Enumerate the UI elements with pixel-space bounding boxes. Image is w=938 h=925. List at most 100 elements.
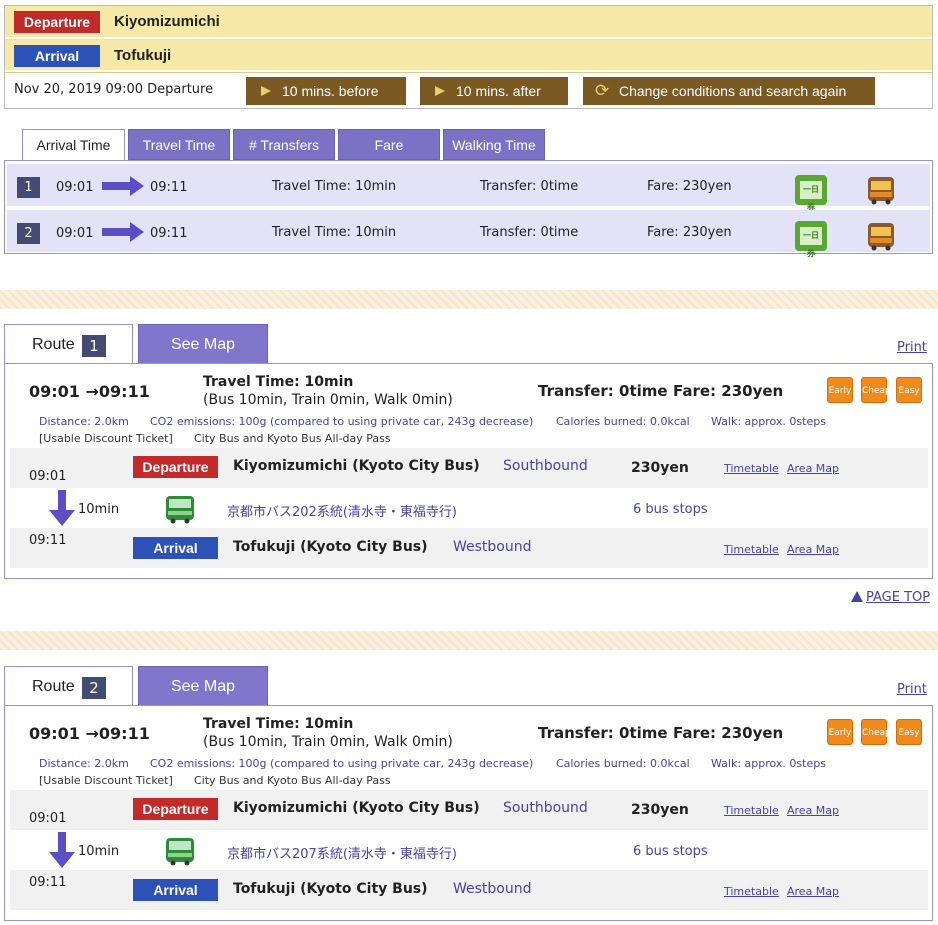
- search-summary: Departure Kiyomizumichi Arrival Tofukuji…: [4, 5, 933, 109]
- route-number: 2: [82, 677, 106, 699]
- bus-line-name: 京都市バス207系統(清水寺・東福寺行): [227, 847, 457, 862]
- timetable-link[interactable]: Timetable: [724, 885, 779, 898]
- area-map-link[interactable]: Area Map: [787, 462, 839, 475]
- area-map-link[interactable]: Area Map: [787, 543, 839, 556]
- bus-icon: [868, 223, 894, 251]
- see-map-tab[interactable]: See Map: [138, 666, 268, 706]
- easy-badge: Easy: [896, 377, 922, 403]
- arrival-chip: Arrival: [133, 537, 218, 559]
- right-arrow-icon: [102, 176, 144, 196]
- departure-direction: Southbound: [503, 800, 588, 816]
- play-icon: [435, 86, 445, 96]
- refresh-icon: ⟳: [595, 81, 610, 100]
- tab-fare[interactable]: Fare: [338, 129, 440, 160]
- print-link[interactable]: Print: [897, 682, 927, 697]
- cheap-badge: Cheap: [861, 719, 891, 745]
- result-dep-time: 09:01: [56, 226, 94, 241]
- segment-fare: 230yen: [631, 802, 689, 818]
- bus-stop-count: 6 bus stops: [633, 502, 708, 517]
- departure-stop: Kiyomizumichi (Kyoto City Bus): [233, 800, 480, 816]
- route-travel-time: Travel Time: 10min: [203, 374, 354, 390]
- result-row[interactable]: 2 09:01 09:11 Travel Time: 10min Transfe…: [7, 210, 930, 258]
- route-travel-time: Travel Time: 10min: [203, 716, 354, 732]
- area-map-link[interactable]: Area Map: [787, 885, 839, 898]
- route-tab-label: Route: [32, 336, 75, 353]
- button-label: 10 mins. before: [282, 83, 379, 99]
- day-pass-icon-text: 一日券: [800, 227, 822, 258]
- result-travel-time: Travel Time: 10min: [272, 179, 397, 194]
- route-number: 1: [82, 335, 106, 357]
- route-co2: CO2 emissions: 100g (compared to using p…: [150, 757, 534, 770]
- route-tab-label: Route: [32, 678, 75, 695]
- tab-walking-time[interactable]: Walking Time: [443, 129, 545, 160]
- arrival-direction: Westbound: [453, 539, 532, 555]
- page-top-label: PAGE TOP: [866, 590, 931, 605]
- discount-ticket-name: City Bus and Kyoto Bus All-day Pass: [194, 432, 391, 445]
- ride-duration: 10min: [78, 502, 120, 517]
- ten-mins-before-button[interactable]: 10 mins. before: [246, 77, 406, 105]
- timetable-link[interactable]: Timetable: [724, 543, 779, 556]
- departure-tag: Departure: [14, 11, 100, 33]
- discount-ticket-label: [Usable Discount Ticket]: [39, 432, 173, 445]
- route-tab-1[interactable]: Route 1: [4, 324, 133, 364]
- route-calories: Calories burned: 0.0kcal: [556, 757, 690, 770]
- departure-chip: Departure: [133, 798, 218, 820]
- easy-badge: Easy: [896, 719, 922, 745]
- result-travel-time: Travel Time: 10min: [272, 225, 397, 240]
- route-walk: Walk: approx. 0steps: [711, 415, 826, 428]
- bus-icon: [166, 838, 194, 866]
- early-badge: Early: [827, 719, 853, 745]
- result-number: 2: [17, 223, 40, 244]
- route-detail: 09:01 →09:11 Travel Time: 10min (Bus 10m…: [4, 363, 933, 579]
- change-conditions-button[interactable]: ⟳ Change conditions and search again: [583, 77, 875, 105]
- result-dep-time: 09:01: [56, 180, 94, 195]
- tab-travel-time[interactable]: Travel Time: [128, 129, 230, 160]
- route-distance: Distance: 2.0km: [39, 757, 129, 770]
- see-map-tab[interactable]: See Map: [138, 324, 268, 364]
- departure-direction: Southbound: [503, 458, 588, 474]
- result-arr-time: 09:11: [150, 226, 188, 241]
- ride-duration: 10min: [78, 844, 120, 859]
- route-fare: Fare: 230yen: [673, 382, 784, 400]
- departure-time: 09:01: [29, 811, 67, 826]
- arrival-time: 09:11: [29, 533, 67, 548]
- bus-stop-count: 6 bus stops: [633, 844, 708, 859]
- arrival-tag: Arrival: [14, 45, 100, 67]
- arrival-direction: Westbound: [453, 881, 532, 897]
- print-link[interactable]: Print: [897, 340, 927, 355]
- right-arrow-icon: [102, 222, 144, 242]
- result-fare: Fare: 230yen: [647, 225, 732, 240]
- early-badge: Early: [827, 377, 853, 403]
- section-divider: [0, 290, 938, 309]
- route-transfer: Transfer: 0time: [538, 382, 668, 400]
- day-pass-icon: 一日券: [795, 175, 827, 212]
- segment-fare: 230yen: [631, 460, 689, 476]
- arrival-row: Arrival Tofukuji: [5, 39, 932, 70]
- arrival-stop: Tofukuji (Kyoto City Bus): [233, 881, 428, 897]
- page-top-link[interactable]: PAGE TOP: [851, 590, 930, 605]
- arrival-chip: Arrival: [133, 879, 218, 901]
- timetable-link[interactable]: Timetable: [724, 462, 779, 475]
- timetable-link[interactable]: Timetable: [724, 804, 779, 817]
- result-transfer: Transfer: 0time: [480, 179, 579, 194]
- section-divider: [0, 631, 938, 650]
- tab-transfers[interactable]: # Transfers: [233, 129, 335, 160]
- route-time-breakdown: (Bus 10min, Train 0min, Walk 0min): [203, 734, 453, 750]
- discount-ticket-label: [Usable Discount Ticket]: [39, 774, 173, 787]
- departure-time: 09:01: [29, 469, 67, 484]
- departure-stop: Kiyomizumichi (Kyoto City Bus): [233, 458, 480, 474]
- area-map-link[interactable]: Area Map: [787, 804, 839, 817]
- route-tab-2[interactable]: Route 2: [4, 666, 133, 706]
- discount-ticket-name: City Bus and Kyoto Bus All-day Pass: [194, 774, 391, 787]
- route-time-breakdown: (Bus 10min, Train 0min, Walk 0min): [203, 392, 453, 408]
- down-arrow-icon: [49, 490, 75, 526]
- condition-row: Nov 20, 2019 09:00 Departure 10 mins. be…: [5, 72, 932, 109]
- bus-icon: [868, 177, 894, 205]
- ten-mins-after-button[interactable]: 10 mins. after: [420, 77, 568, 105]
- button-label: Change conditions and search again: [619, 83, 847, 99]
- down-arrow-icon: [49, 832, 75, 868]
- route-detail: 09:01 →09:11 Travel Time: 10min (Bus 10m…: [4, 705, 933, 921]
- departure-row: Departure Kiyomizumichi: [5, 6, 932, 37]
- result-row[interactable]: 1 09:01 09:11 Travel Time: 10min Transfe…: [7, 164, 930, 212]
- tab-arrival-time[interactable]: Arrival Time: [22, 129, 125, 161]
